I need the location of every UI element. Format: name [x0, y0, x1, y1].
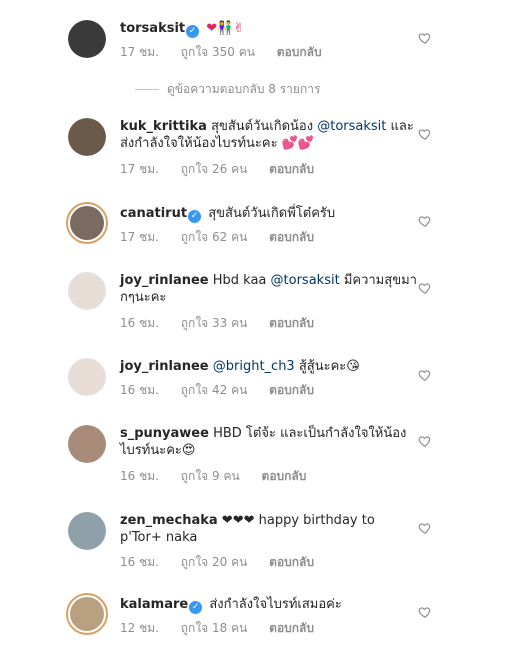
like-heart-icon[interactable]	[418, 434, 432, 448]
reply-button[interactable]: ตอบกลับ	[269, 162, 314, 176]
avatar[interactable]	[68, 358, 106, 396]
like-heart-icon[interactable]	[418, 31, 432, 45]
username[interactable]: zen_mechaka	[120, 513, 218, 528]
like-count[interactable]: ถูกใจ 9 คน	[181, 469, 240, 483]
username[interactable]: joy_rinlanee	[120, 273, 209, 288]
mention-link[interactable]: @torsaksit	[271, 273, 340, 288]
like-heart-icon[interactable]	[418, 214, 432, 228]
like-heart-icon[interactable]	[418, 521, 432, 535]
reply-button[interactable]: ตอบกลับ	[269, 316, 314, 330]
comment-text: สุขสันต์วันเกิดพี่โต๋ครับ	[208, 206, 336, 221]
like-count[interactable]: ถูกใจ 350 คน	[181, 45, 255, 59]
comment-time: 16 ชม.	[120, 383, 159, 397]
comment-time: 17 ชม.	[120, 230, 159, 244]
username[interactable]: torsaksit	[120, 21, 185, 36]
comment-time: 12 ชม.	[120, 621, 159, 635]
reply-button[interactable]: ตอบกลับ	[269, 555, 314, 569]
like-count[interactable]: ถูกใจ 33 คน	[181, 316, 248, 330]
comment-text: สู้สู้นะคะ😘	[294, 359, 360, 374]
username[interactable]: kalamare	[120, 597, 188, 612]
verified-badge-icon: ✓	[186, 25, 200, 38]
comment-time: 17 ชม.	[120, 45, 159, 59]
username[interactable]: kuk_krittika	[120, 119, 207, 134]
comment-time: 16 ชม.	[120, 316, 159, 330]
avatar[interactable]	[66, 593, 108, 635]
avatar[interactable]	[66, 202, 108, 244]
mention-link[interactable]: @torsaksit	[317, 119, 386, 134]
reply-button[interactable]: ตอบกลับ	[269, 621, 314, 635]
verified-badge-icon: ✓	[189, 601, 203, 614]
avatar[interactable]	[68, 118, 106, 156]
comment-text: Hbd kaa	[212, 273, 271, 288]
username[interactable]: joy_rinlanee	[120, 359, 209, 374]
view-replies-toggle[interactable]: ดูข้อความตอบกลับ 8 รายการ	[135, 80, 320, 99]
comment-time: 17 ชม.	[120, 162, 159, 176]
like-heart-icon[interactable]	[418, 127, 432, 141]
like-heart-icon[interactable]	[418, 605, 432, 619]
comment-time: 16 ชม.	[120, 469, 159, 483]
divider	[135, 89, 159, 90]
username[interactable]: canatirut	[120, 206, 187, 221]
avatar[interactable]	[68, 272, 106, 310]
verified-badge-icon: ✓	[188, 210, 202, 223]
mention-link[interactable]: @bright_ch3	[213, 359, 295, 374]
like-count[interactable]: ถูกใจ 62 คน	[181, 230, 248, 244]
reply-button[interactable]: ตอบกลับ	[269, 230, 314, 244]
reply-button[interactable]: ตอบกลับ	[277, 45, 322, 59]
avatar[interactable]	[68, 512, 106, 550]
comment-text: สุขสันต์วันเกิดน้อง	[211, 119, 318, 134]
like-count[interactable]: ถูกใจ 18 คน	[181, 621, 248, 635]
comment-text: ❤👫✌	[206, 21, 245, 36]
like-count[interactable]: ถูกใจ 26 คน	[181, 162, 248, 176]
reply-button[interactable]: ตอบกลับ	[262, 469, 307, 483]
like-count[interactable]: ถูกใจ 20 คน	[181, 555, 248, 569]
comment-time: 16 ชม.	[120, 555, 159, 569]
avatar[interactable]	[68, 20, 106, 58]
like-count[interactable]: ถูกใจ 42 คน	[181, 383, 248, 397]
reply-button[interactable]: ตอบกลับ	[269, 383, 314, 397]
username[interactable]: s_punyawee	[120, 426, 209, 441]
like-heart-icon[interactable]	[418, 281, 432, 295]
avatar[interactable]	[68, 425, 106, 463]
like-heart-icon[interactable]	[418, 368, 432, 382]
comment-text: ส่งกำลังใจไบรท์เสมอค่ะ	[209, 597, 342, 612]
